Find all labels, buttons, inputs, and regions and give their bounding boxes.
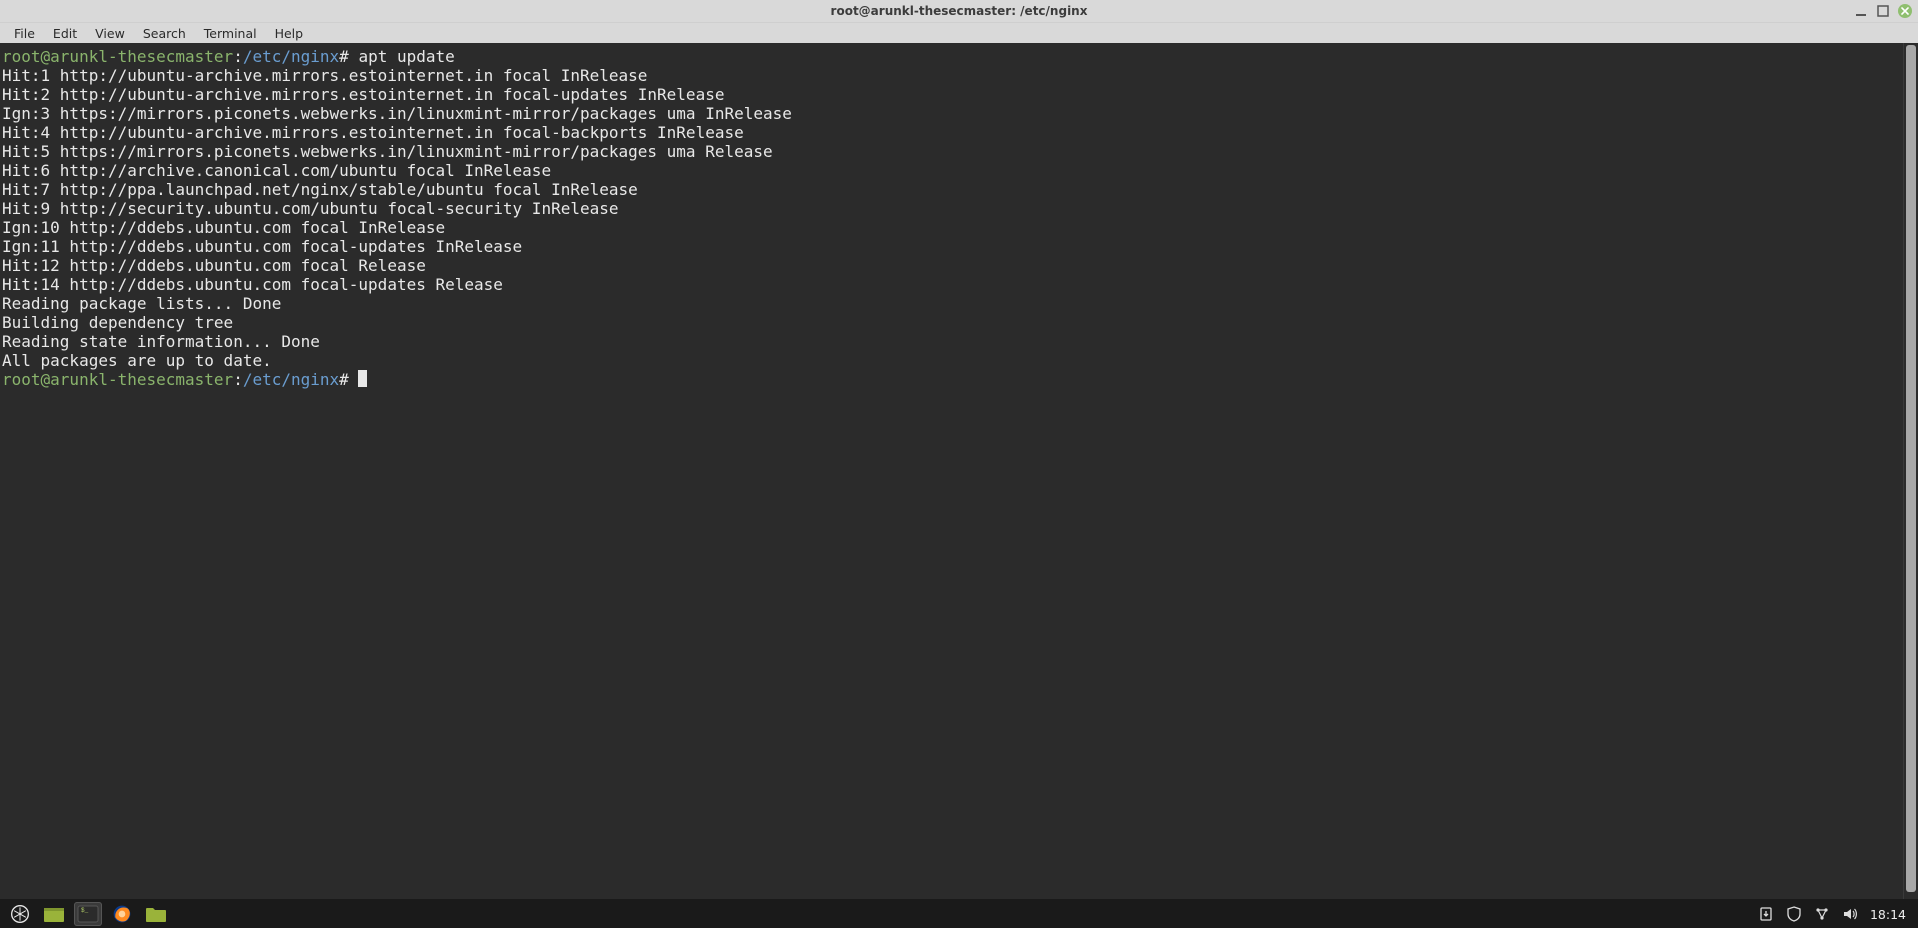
show-desktop-button[interactable] (40, 902, 68, 926)
svg-text:$_: $_ (81, 907, 89, 914)
typed-command: apt update (358, 47, 454, 66)
window-controls (1854, 0, 1912, 22)
updates-icon[interactable] (1758, 906, 1774, 922)
network-icon[interactable] (1814, 906, 1830, 922)
terminal-line: Ign:3 https://mirrors.piconets.webwerks.… (2, 104, 792, 123)
window-minimize-button[interactable] (1854, 4, 1868, 18)
prompt-end: # (339, 370, 349, 389)
terminal-line: Hit:12 http://ddebs.ubuntu.com focal Rel… (2, 256, 426, 275)
terminal-scrollbar[interactable] (1903, 43, 1918, 899)
terminal-line: Hit:7 http://ppa.launchpad.net/nginx/sta… (2, 180, 638, 199)
window-maximize-button[interactable] (1876, 4, 1890, 18)
shield-icon[interactable] (1786, 906, 1802, 922)
menu-help[interactable]: Help (267, 24, 312, 43)
terminal-line: Ign:11 http://ddebs.ubuntu.com focal-upd… (2, 237, 522, 256)
prompt-path: /etc/nginx (243, 370, 339, 389)
terminal-line: Hit:5 https://mirrors.piconets.webwerks.… (2, 142, 773, 161)
prompt-user: root@arunkl-thesecmaster (2, 47, 233, 66)
terminal-content[interactable]: root@arunkl-thesecmaster:/etc/nginx# apt… (0, 43, 1902, 899)
terminal-line: All packages are up to date. (2, 351, 272, 370)
system-tray: 18:14 (1758, 906, 1912, 922)
menu-view[interactable]: View (87, 24, 133, 43)
window-titlebar: root@arunkl-thesecmaster: /etc/nginx (0, 0, 1918, 22)
volume-icon[interactable] (1842, 906, 1858, 922)
terminal-line: Building dependency tree (2, 313, 233, 332)
taskbar-files-button[interactable] (142, 902, 170, 926)
terminal-line: Ign:10 http://ddebs.ubuntu.com focal InR… (2, 218, 445, 237)
menu-search[interactable]: Search (135, 24, 194, 43)
terminal-line: Hit:2 http://ubuntu-archive.mirrors.esto… (2, 85, 724, 104)
menu-edit[interactable]: Edit (45, 24, 85, 43)
prompt-path: /etc/nginx (243, 47, 339, 66)
terminal-line: Hit:14 http://ddebs.ubuntu.com focal-upd… (2, 275, 503, 294)
scrollbar-thumb[interactable] (1906, 45, 1916, 892)
taskbar: $_ 18:14 (0, 899, 1918, 928)
taskbar-firefox-button[interactable] (108, 902, 136, 926)
prompt-sep: : (233, 47, 243, 66)
terminal-cursor (358, 370, 367, 387)
window-close-button[interactable] (1898, 4, 1912, 18)
terminal-window[interactable]: root@arunkl-thesecmaster:/etc/nginx# apt… (0, 43, 1918, 899)
prompt-end: # (339, 47, 349, 66)
start-menu-button[interactable] (6, 902, 34, 926)
prompt-user: root@arunkl-thesecmaster (2, 370, 233, 389)
prompt-sep: : (233, 370, 243, 389)
terminal-line: Reading package lists... Done (2, 294, 281, 313)
terminal-line: Reading state information... Done (2, 332, 320, 351)
taskbar-terminal-button[interactable]: $_ (74, 902, 102, 926)
menu-file[interactable]: File (6, 24, 43, 43)
menu-terminal[interactable]: Terminal (196, 24, 265, 43)
terminal-line: Hit:1 http://ubuntu-archive.mirrors.esto… (2, 66, 647, 85)
terminal-line: Hit:9 http://security.ubuntu.com/ubuntu … (2, 199, 619, 218)
terminal-line: Hit:6 http://archive.canonical.com/ubunt… (2, 161, 551, 180)
menubar: File Edit View Search Terminal Help (0, 22, 1918, 43)
taskbar-clock[interactable]: 18:14 (1870, 907, 1906, 922)
window-title: root@arunkl-thesecmaster: /etc/nginx (831, 4, 1088, 18)
terminal-line: Hit:4 http://ubuntu-archive.mirrors.esto… (2, 123, 744, 142)
